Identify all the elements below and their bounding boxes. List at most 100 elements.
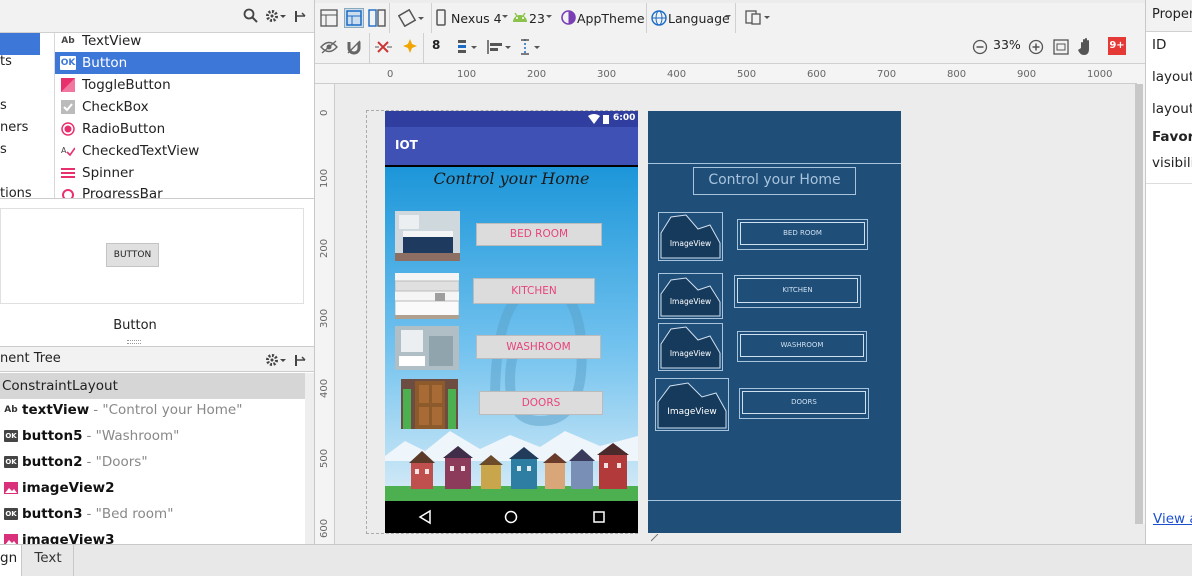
app-title: IOT <box>395 138 418 152</box>
design-view-icon[interactable] <box>320 9 338 27</box>
blueprint-kitchen-button[interactable]: KITCHEN <box>734 275 861 308</box>
tree-row[interactable]: Ab textView - "Control your Home" <box>0 397 305 423</box>
textview-icon: Ab <box>61 36 75 46</box>
blueprint-imageview[interactable]: ImageView <box>658 212 723 261</box>
ruler-tick: 300 <box>597 69 617 80</box>
infer-constraints-icon[interactable] <box>401 38 419 56</box>
tree-row[interactable]: imageView3 <box>0 527 305 544</box>
favorite-attributes-heading: Favor <box>1152 129 1192 145</box>
tree-row[interactable]: imageView2 <box>0 475 305 501</box>
palette-item-progressbar[interactable]: ProgressBar <box>55 184 300 198</box>
washroom-image <box>395 326 459 370</box>
divider <box>0 198 314 199</box>
orientation-icon[interactable] <box>398 9 426 27</box>
layout-variants-icon[interactable] <box>745 10 771 26</box>
chevron-down-icon <box>725 15 731 19</box>
tree-scrollbar[interactable] <box>305 373 314 544</box>
constraint-toolbar: 8 33% 9+ <box>315 33 1145 64</box>
vertical-ruler: 0 100 200 300 400 500 600 <box>315 84 335 544</box>
magnet-icon[interactable] <box>346 39 362 55</box>
category-item[interactable]: ts <box>0 51 54 73</box>
resize-handle-icon[interactable] <box>651 534 659 542</box>
doors-button[interactable]: DOORS <box>479 391 603 415</box>
view-all-properties-link[interactable]: View a <box>1153 511 1192 527</box>
pan-icon[interactable] <box>1078 38 1094 56</box>
pack-icon[interactable] <box>456 38 478 56</box>
splitter-handle[interactable] <box>127 340 141 344</box>
category-item[interactable]: s <box>0 139 54 161</box>
palette-item-checkbox[interactable]: CheckBox <box>55 96 300 118</box>
blueprint-button-label: BED ROOM <box>740 222 865 245</box>
palette-item-button[interactable]: OK Button <box>55 52 300 74</box>
ruler-tick: 400 <box>319 378 330 398</box>
tree-row[interactable]: OK button5 - "Washroom" <box>0 423 305 449</box>
api-selector[interactable]: 23 <box>529 11 545 26</box>
bedroom-button[interactable]: BED ROOM <box>476 223 602 246</box>
blueprint-doors-button[interactable]: DOORS <box>739 388 869 419</box>
zoom-in-icon[interactable] <box>1028 39 1044 55</box>
blueprint-heading[interactable]: Control your Home <box>693 167 856 195</box>
warnings-badge[interactable]: 9+ <box>1108 37 1126 55</box>
palette-item-label: TextView <box>82 33 142 49</box>
margin-icon[interactable]: 8 <box>432 38 440 52</box>
blueprint-appbar-line <box>648 163 901 164</box>
gear-icon[interactable] <box>265 352 287 368</box>
blueprint-imageview[interactable]: ImageView <box>655 378 729 431</box>
pin-icon[interactable] <box>293 8 309 24</box>
language-selector[interactable]: Language <box>668 11 730 26</box>
button-icon: OK <box>4 508 18 520</box>
ruler-tick: 500 <box>737 69 757 80</box>
align-icon[interactable] <box>486 38 512 56</box>
tab-design[interactable]: gn <box>0 545 22 576</box>
palette-toolbar <box>0 0 314 33</box>
tree-row[interactable]: OK button3 - "Bed room" <box>0 501 305 527</box>
bedroom-image <box>395 211 460 261</box>
gear-icon[interactable] <box>265 8 287 24</box>
guidelines-icon[interactable] <box>519 38 541 56</box>
tree-row[interactable]: OK button2 - "Doors" <box>0 449 305 475</box>
palette-item-togglebutton[interactable]: ToggleButton <box>55 74 300 96</box>
button-icon: OK <box>4 456 18 468</box>
status-bar: 6:00 <box>385 111 638 127</box>
device-selector[interactable]: Nexus 4 <box>451 11 502 26</box>
clear-constraints-icon[interactable] <box>375 39 393 57</box>
tree-row-name: imageView2 <box>22 480 115 496</box>
kitchen-button[interactable]: KITCHEN <box>473 278 595 304</box>
palette-item-label: CheckBox <box>82 99 149 115</box>
blueprint-preview[interactable]: Control your Home ImageView ImageView Im… <box>648 111 901 533</box>
tab-text[interactable]: Text <box>23 545 74 576</box>
ruler-tick: 0 <box>387 69 394 80</box>
palette-item-textview[interactable]: Ab TextView <box>55 30 300 52</box>
washroom-button[interactable]: WASHROOM <box>476 335 601 359</box>
ruler-tick: 900 <box>1017 69 1037 80</box>
blueprint-view-icon[interactable] <box>344 8 364 28</box>
blueprint-bedroom-button[interactable]: BED ROOM <box>737 219 868 250</box>
category-item[interactable]: ners <box>0 117 54 139</box>
zoom-out-icon[interactable] <box>972 39 988 55</box>
fit-screen-icon[interactable] <box>1053 39 1069 55</box>
divider <box>423 33 424 63</box>
split-view-icon[interactable] <box>368 9 386 27</box>
chevron-down-icon <box>502 15 508 19</box>
category-item[interactable]: s <box>0 95 54 117</box>
ruler-tick: 700 <box>877 69 897 80</box>
palette-item-radiobutton[interactable]: RadioButton <box>55 118 300 140</box>
blueprint-washroom-button[interactable]: WASHROOM <box>737 331 867 362</box>
eye-icon[interactable] <box>320 40 338 54</box>
pin-icon[interactable] <box>293 352 309 368</box>
phone-preview[interactable]: 6:00 IOT Control your Home BED ROOM KITC… <box>385 111 638 533</box>
search-icon[interactable] <box>243 8 259 24</box>
theme-selector[interactable]: AppTheme <box>577 11 645 26</box>
blueprint-imageview[interactable]: ImageView <box>658 323 723 371</box>
canvas-scrollbar[interactable] <box>1135 84 1143 524</box>
blueprint-imageview[interactable]: ImageView <box>658 273 723 319</box>
divider <box>646 3 647 33</box>
globe-icon <box>651 10 667 26</box>
palette-item-checkedtextview[interactable]: A CheckedTextView <box>55 140 300 162</box>
category-item[interactable]: tions <box>0 183 54 205</box>
wifi-icon <box>588 114 600 124</box>
tree-row-name: textView <box>22 402 90 418</box>
tree-root[interactable]: ConstraintLayout <box>0 373 305 399</box>
palette-item-spinner[interactable]: Spinner <box>55 162 300 184</box>
image-icon <box>4 482 18 494</box>
